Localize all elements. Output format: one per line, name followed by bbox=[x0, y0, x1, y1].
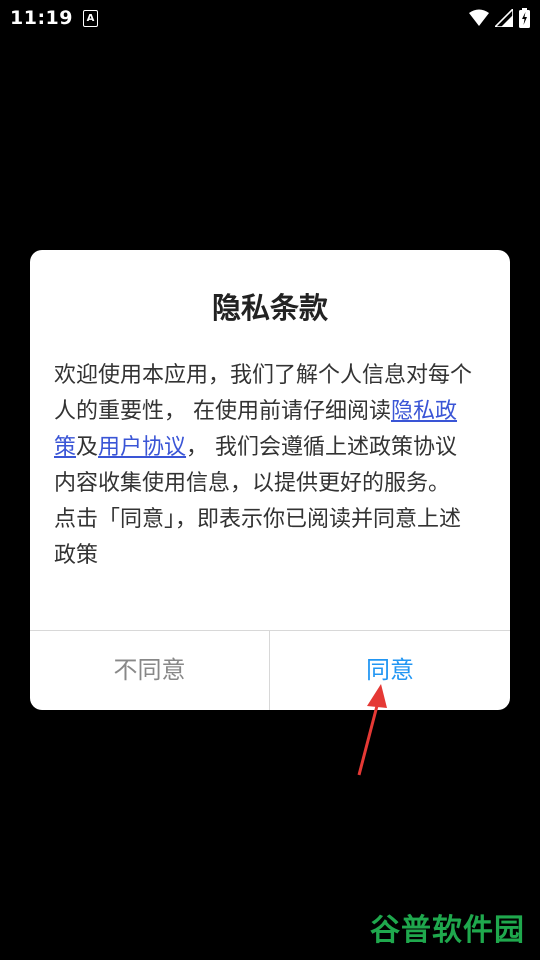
wifi-icon bbox=[469, 9, 489, 27]
body-conj: 及 bbox=[76, 435, 99, 460]
watermark-logo: 谷普软件园 bbox=[370, 913, 525, 948]
battery-icon bbox=[519, 8, 530, 28]
notification-icon: A bbox=[83, 10, 98, 27]
system-icons bbox=[469, 7, 530, 29]
arrow-annotation-icon bbox=[357, 684, 387, 776]
dialog-title: 隐私条款 bbox=[211, 291, 328, 325]
status-bar: 11:19 A bbox=[0, 0, 540, 36]
status-time: 11:19 bbox=[10, 7, 73, 29]
agree-button[interactable]: 同意 bbox=[270, 631, 510, 710]
signal-icon bbox=[495, 9, 513, 27]
user-agreement-link[interactable]: 用户协议 bbox=[98, 435, 186, 460]
disagree-button[interactable]: 不同意 bbox=[30, 631, 269, 710]
dialog-body[interactable]: 欢迎使用本应用，我们了解个人信息对每个人的重要性， 在使用前请仔细阅读隐私政策及… bbox=[54, 358, 476, 585]
body-text-3: 点击「同意」，即表示你已阅读并同意上述政策 bbox=[54, 507, 462, 568]
privacy-dialog: 隐私条款 欢迎使用本应用，我们了解个人信息对每个人的重要性， 在使用前请仔细阅读… bbox=[30, 250, 510, 710]
